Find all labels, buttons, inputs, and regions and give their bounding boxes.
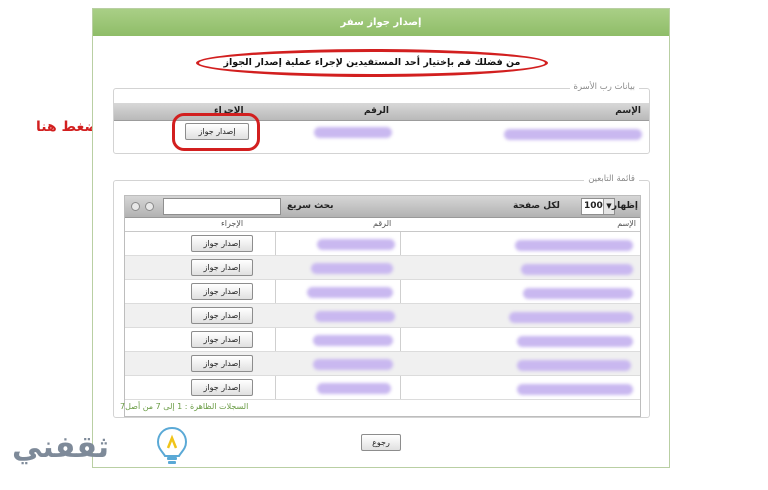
- circle-icon[interactable]: [145, 202, 154, 211]
- column-header-name: الإسم: [615, 106, 641, 116]
- quick-search-input[interactable]: [163, 198, 281, 215]
- back-button[interactable]: رجوع: [361, 434, 401, 451]
- lightbulb-icon: [156, 426, 188, 464]
- per-page-label: لكل صفحة: [513, 201, 560, 211]
- redacted-number: [311, 263, 393, 274]
- column-header-name: الإسم: [617, 219, 636, 228]
- redacted-number: [315, 311, 395, 322]
- table-row: إصدار جواز: [125, 328, 640, 352]
- redacted-name: [504, 129, 642, 140]
- redacted-number: [313, 335, 393, 346]
- redacted-number: [314, 127, 392, 138]
- table-row: إصدار جواز: [125, 232, 640, 256]
- redacted-name: [517, 336, 633, 347]
- table-row: إصدار جواز: [125, 352, 640, 376]
- issue-passport-button[interactable]: إصدار جواز: [191, 331, 253, 348]
- panel-title: إصدار جواز سفر: [93, 9, 669, 36]
- issue-passport-button[interactable]: إصدار جواز: [191, 379, 253, 396]
- grid-toolbar: بحث سريع لكل صفحة 100 ▼ إظهار: [125, 196, 640, 218]
- column-header-number: الرقم: [373, 219, 392, 228]
- redacted-name: [515, 240, 633, 251]
- table-row: إصدار جواز: [125, 280, 640, 304]
- instruction-text: من فضلك قم بإختيار أحد المستفيدين لإجراء…: [196, 49, 548, 77]
- head-of-family-section: بيانات رب الأسرة الإسم الرقم الإجراء إصد…: [113, 82, 650, 154]
- column-header-action: الإجراء: [221, 219, 244, 228]
- redacted-number: [317, 239, 395, 250]
- column-header-number: الرقم: [364, 106, 390, 116]
- redacted-number: [313, 359, 393, 370]
- logo-text: ثقفني: [12, 430, 110, 465]
- circle-icon[interactable]: [131, 202, 140, 211]
- issue-passport-button[interactable]: إصدار جواز: [191, 355, 253, 372]
- thaqafni-logo: ثقفني: [12, 424, 192, 480]
- issue-passport-button[interactable]: إصدار جواز: [191, 283, 253, 300]
- show-label: إظهار: [611, 201, 638, 211]
- issue-passport-button-head[interactable]: إصدار جواز: [185, 123, 249, 140]
- redacted-name: [523, 288, 633, 299]
- dependents-section: قائمة التابعين بحث سريع لكل صفحة 100 ▼ إ…: [113, 174, 650, 418]
- issue-passport-button[interactable]: إصدار جواز: [191, 307, 253, 324]
- redacted-number: [317, 383, 391, 394]
- redacted-number: [307, 287, 393, 298]
- dependents-column-headers: الإسم الرقم الإجراء: [125, 218, 640, 232]
- redacted-name: [521, 264, 633, 275]
- redacted-name: [517, 360, 631, 371]
- head-of-family-legend: بيانات رب الأسرة: [569, 82, 639, 92]
- issue-passport-button[interactable]: إصدار جواز: [191, 235, 253, 252]
- table-row: إصدار جواز: [125, 256, 640, 280]
- redacted-name: [509, 312, 633, 323]
- table-row: إصدار جواز: [125, 376, 640, 400]
- records-info: السجلات الظاهرة : 1 إلى 7 من أصل7: [120, 402, 249, 411]
- page-size-select[interactable]: 100 ▼: [581, 198, 615, 215]
- page-size-value: 100: [584, 201, 603, 211]
- issue-passport-button[interactable]: إصدار جواز: [191, 259, 253, 276]
- dependents-legend: قائمة التابعين: [584, 174, 639, 184]
- table-row: إصدار جواز: [125, 304, 640, 328]
- dependents-grid: بحث سريع لكل صفحة 100 ▼ إظهار الإسم الرق…: [124, 195, 641, 417]
- quick-search-label: بحث سريع: [287, 201, 334, 211]
- redacted-name: [517, 384, 633, 395]
